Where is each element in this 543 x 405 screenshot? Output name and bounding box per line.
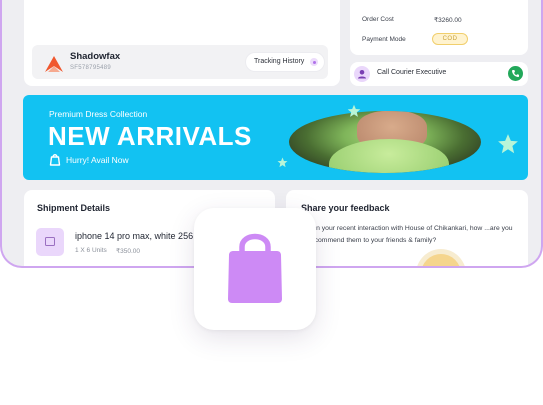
model-photo: [289, 111, 481, 173]
order-cost-value: ₹3260.00: [434, 17, 462, 24]
courier-info: Shadowfax SF578795489 Tracking History: [32, 45, 328, 79]
star-icon: [277, 157, 288, 168]
feedback-card: Share your feedback ...d on your recent …: [286, 190, 528, 266]
shopping-bag-icon: [228, 233, 282, 303]
star-icon: [347, 104, 361, 117]
feedback-title: Share your feedback: [301, 203, 390, 213]
courier-card: Shadowfax SF578795489 Tracking History: [24, 0, 340, 86]
shadowfax-logo-icon: [45, 56, 63, 72]
item-name: iphone 14 pro max, white 256 G: [75, 231, 203, 241]
courier-awb: SF578795489: [70, 65, 111, 71]
banner-subtitle: Premium Dress Collection: [49, 109, 148, 119]
order-cost-label: Order Cost: [362, 16, 394, 23]
payment-mode-label: Payment Mode: [362, 36, 406, 43]
banner-title: NEW ARRIVALS: [48, 121, 252, 151]
bag-icon: [49, 154, 61, 166]
call-executive-label: Call Courier Executive: [377, 69, 447, 76]
tracking-history-label: Tracking History: [254, 58, 305, 65]
shopping-bag-tile: [194, 208, 316, 330]
order-summary-card: Order Cost ₹3260.00 Payment Mode COD: [350, 0, 528, 55]
feedback-question: ...d on your recent interaction with Hou…: [301, 225, 513, 244]
tracking-indicator-icon: [310, 58, 319, 66]
rating-emoji-icon[interactable]: [421, 254, 461, 266]
phone-icon[interactable]: [508, 66, 523, 81]
shipment-title: Shipment Details: [37, 203, 111, 213]
item-units: 1 X 6 Units: [75, 247, 107, 254]
user-icon: [354, 66, 370, 82]
star-icon: [498, 134, 518, 154]
image-icon: [36, 228, 64, 256]
banner-cta[interactable]: Hurry! Avail Now: [66, 155, 129, 165]
payment-mode-badge: COD: [432, 33, 468, 45]
courier-name: Shadowfax: [70, 51, 121, 62]
item-price: ₹350.00: [116, 248, 141, 255]
tracking-history-button[interactable]: Tracking History: [246, 53, 325, 71]
call-executive-row[interactable]: Call Courier Executive: [350, 62, 528, 86]
new-arrivals-banner[interactable]: Premium Dress Collection NEW ARRIVALS Hu…: [23, 95, 528, 180]
